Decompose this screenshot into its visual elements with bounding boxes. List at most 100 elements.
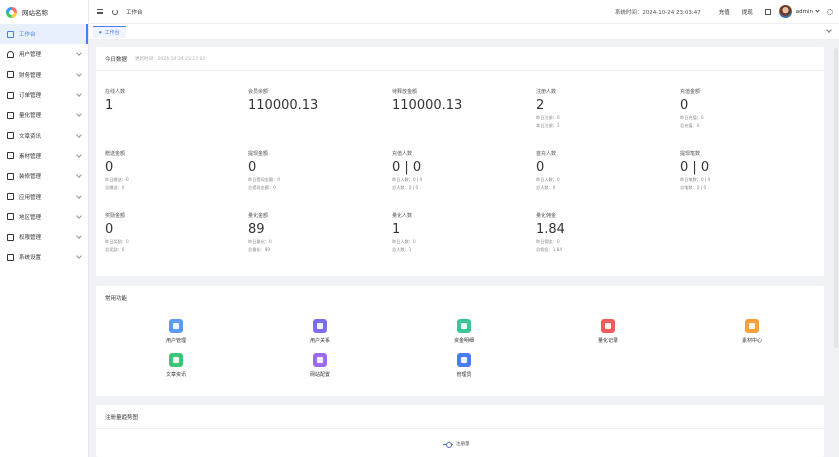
stat-label: 提现笔数 — [680, 151, 701, 157]
stat-sub: 昨日人数：0 — [536, 177, 560, 182]
stat-block: 在线人数 1 — [105, 88, 245, 113]
legend-marker-icon — [443, 441, 453, 448]
chevron-down-icon — [76, 212, 82, 219]
function-shortcut[interactable]: 用户管理 — [146, 319, 206, 344]
tab-bar: 工作台 — [89, 24, 839, 40]
menu-toggle-icon[interactable] — [97, 9, 103, 14]
withdraw-link[interactable]: 提现 — [742, 8, 753, 16]
stat-label: 量化金额 — [248, 213, 269, 219]
functions-title: 常用功能 — [105, 296, 128, 302]
gear-icon[interactable] — [827, 8, 833, 15]
permission-icon — [7, 233, 14, 241]
stat-label: 赠送金额 — [105, 151, 126, 157]
settings-icon — [7, 253, 14, 261]
sidebar-item-11[interactable]: 系统设置 — [0, 247, 88, 267]
sidebar-item-9[interactable]: 地区管理 — [0, 207, 88, 227]
stat-sub: 昨日奖励：0 — [105, 239, 129, 244]
function-label: 用户关系 — [309, 338, 330, 344]
function-shortcut[interactable]: 资金明细 — [434, 319, 494, 344]
stat-sub: 昨日笔数：0 | 0 — [680, 177, 711, 182]
stat-label: 充值人数 — [392, 151, 413, 157]
system-time: 系统时间：2024-10-24 23:03:47 — [614, 9, 701, 16]
sidebar-item-7[interactable]: 装修管理 — [0, 166, 88, 186]
legend-label: 注册量 — [456, 442, 470, 447]
stat-block: 量化佣金 1.84 昨日佣金：0 总佣金：1.84 — [536, 212, 676, 253]
stat-value: 0 — [680, 98, 689, 113]
tab-workbench[interactable]: 工作台 — [93, 25, 126, 38]
sidebar-item-label: 财务管理 — [19, 72, 42, 79]
quant-record-icon — [601, 319, 615, 333]
finance-icon — [7, 71, 14, 79]
logo-icon — [6, 6, 17, 18]
sidebar-item-3[interactable]: 订单管理 — [0, 85, 88, 105]
sidebar-item-10[interactable]: 权限管理 — [0, 227, 88, 247]
stat-block: 充值金额 0 昨日充值：0 总充值：0 — [680, 88, 820, 129]
breadcrumb: 工作台 — [126, 9, 143, 16]
stat-block: 提现金额 0 昨日提现金额：0 总提现金额：0 — [248, 150, 388, 191]
sidebar-item-label: 地区管理 — [19, 214, 42, 221]
stat-sub: 昨日人数：0 | 0 — [392, 177, 423, 182]
site-config-icon — [313, 353, 327, 367]
stat-label: 奖励金额 — [105, 213, 126, 219]
region-icon — [7, 213, 14, 221]
fund-detail-icon — [457, 319, 471, 333]
site-name: 网站名称 — [22, 9, 48, 17]
registration-trend-card: 注册量趋势图 注册量 — [96, 405, 824, 457]
chevron-down-icon[interactable] — [815, 8, 820, 13]
function-shortcut[interactable]: 用户关系 — [290, 319, 350, 344]
stat-block: 赠送金额 0 昨日赠送：0 总赠送：0 — [105, 150, 245, 191]
sidebar-item-1[interactable]: 用户管理 — [0, 44, 88, 64]
stat-sub: 总充值：0 — [680, 123, 700, 128]
logo[interactable]: 网站名称 — [0, 0, 88, 24]
sidebar-item-2[interactable]: 财务管理 — [0, 65, 88, 85]
function-label: 量化记录 — [597, 338, 618, 344]
recharge-link[interactable]: 充值 — [719, 8, 730, 16]
fullscreen-icon[interactable] — [764, 8, 771, 15]
stat-value: 0 — [536, 160, 545, 175]
sidebar-item-8[interactable]: 应用管理 — [0, 186, 88, 206]
tab-dropdown-icon[interactable] — [826, 27, 832, 33]
sidebar-item-label: 权限管理 — [19, 235, 42, 242]
function-shortcut[interactable]: 管理员 — [434, 353, 494, 378]
function-shortcut[interactable]: 网站配置 — [290, 353, 350, 378]
stat-block: 会员余额 110000.13 — [248, 88, 388, 113]
sidebar-item-6[interactable]: 素材管理 — [0, 146, 88, 166]
today-title: 今日数据 — [105, 56, 128, 63]
chevron-down-icon — [76, 70, 82, 77]
sidebar-item-0[interactable]: 工作台 — [0, 24, 88, 45]
function-label: 管理员 — [456, 372, 472, 378]
sidebar-item-label: 系统设置 — [19, 255, 42, 262]
chevron-down-icon — [76, 192, 82, 199]
chevron-down-icon — [76, 131, 82, 138]
stat-value: 0 | 0 — [392, 160, 422, 175]
function-shortcut[interactable]: 素材中心 — [722, 319, 782, 344]
stat-block: 提现笔数 0 | 0 昨日笔数：0 | 0 总笔数：0 | 0 — [680, 150, 820, 191]
chevron-down-icon — [76, 233, 82, 239]
stat-block: 待释放金额 110000.13 — [392, 88, 532, 113]
stat-value: 89 — [248, 222, 265, 237]
stat-value: 0 — [105, 160, 114, 175]
scrollbar[interactable] — [834, 48, 838, 348]
sidebar-item-5[interactable]: 文章资讯 — [0, 125, 88, 145]
chart-legend[interactable]: 注册量 — [443, 441, 470, 448]
username[interactable]: admin — [796, 9, 813, 15]
sidebar-menu: 工作台 用户管理财务管理订单管理 量化管理文章资讯素材管理 装修管理 应用管理地区管理权… — [0, 24, 88, 268]
sidebar-item-label: 文章资讯 — [19, 133, 42, 140]
stat-value: 110000.13 — [392, 98, 463, 113]
stat-sub: 总人数：0 | 0 — [392, 185, 419, 190]
stat-sub: 昨日佣金：0 — [536, 239, 560, 244]
stat-label: 提现金额 — [248, 151, 269, 157]
today-data-card: 今日数据 更新时间：2024-10-24 23:17:01 在线人数 1 会员余额 1… — [96, 47, 824, 276]
function-shortcut[interactable]: 量化记录 — [578, 319, 638, 344]
stat-value: 1 — [392, 222, 401, 237]
sidebar-item-4[interactable]: 量化管理 — [0, 105, 88, 125]
stat-sub: 总提现金额：0 — [248, 185, 276, 190]
stat-sub: 昨日注册：0 — [536, 115, 560, 120]
stat-sub: 本日注册：2 — [536, 123, 560, 128]
stat-label: 首充人数 — [536, 151, 557, 157]
function-shortcut[interactable]: 文章资讯 — [146, 353, 206, 378]
top-header: 工作台 系统时间：2024-10-24 23:03:47 充值 提现 admin — [89, 0, 839, 24]
avatar[interactable] — [778, 5, 792, 18]
refresh-icon[interactable] — [112, 8, 118, 15]
material-icon — [7, 152, 14, 160]
